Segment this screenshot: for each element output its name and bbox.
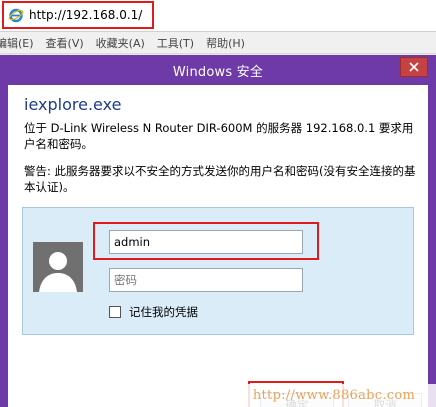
password-input[interactable]: 密码 (109, 268, 303, 292)
menu-bar: 编辑(E) 查看(V) 收藏夹(A) 工具(T) 帮助(H) (0, 32, 436, 54)
url-text: http://192.168.0.1/ (29, 8, 143, 22)
menu-view[interactable]: 查看(V) (46, 35, 84, 51)
dialog-description: 位于 D-Link Wireless N Router DIR-600M 的服务… (24, 121, 414, 151)
remember-checkbox[interactable] (109, 306, 121, 318)
close-button[interactable] (400, 57, 428, 77)
menu-help[interactable]: 帮助(H) (206, 35, 245, 51)
dialog-body: iexplore.exe 位于 D-Link Wireless N Router… (8, 85, 428, 407)
app-name: iexplore.exe (24, 95, 122, 114)
avatar (33, 242, 83, 292)
remember-label: 记住我的凭据 (129, 305, 198, 319)
menu-favorites[interactable]: 收藏夹(A) (96, 35, 145, 51)
dialog-warning: 警告: 此服务器要求以不安全的方式发送你的用户名和密码(没有安全连接的基本认证)… (24, 164, 416, 194)
security-dialog: Windows 安全 iexplore.exe 位于 D-Link Wirele… (0, 55, 436, 407)
url-field[interactable]: http://192.168.0.1/ (2, 1, 154, 29)
dialog-title: Windows 安全 (172, 64, 264, 80)
address-bar: http://192.168.0.1/ (0, 0, 436, 32)
user-avatar-icon (33, 242, 83, 292)
menu-edit[interactable]: 编辑(E) (0, 35, 34, 51)
credential-panel: admin 密码 记住我的凭据 (22, 207, 414, 335)
watermark-text: http://www.886abc.com (252, 388, 416, 403)
menu-tools[interactable]: 工具(T) (157, 35, 194, 51)
username-input[interactable]: admin (109, 230, 303, 254)
remember-credentials[interactable]: 记住我的凭据 (109, 304, 198, 320)
close-icon (409, 62, 419, 72)
ie-icon (8, 8, 24, 23)
watermark: http://www.886abc.com (232, 384, 436, 407)
dialog-titlebar[interactable]: Windows 安全 (0, 55, 436, 85)
